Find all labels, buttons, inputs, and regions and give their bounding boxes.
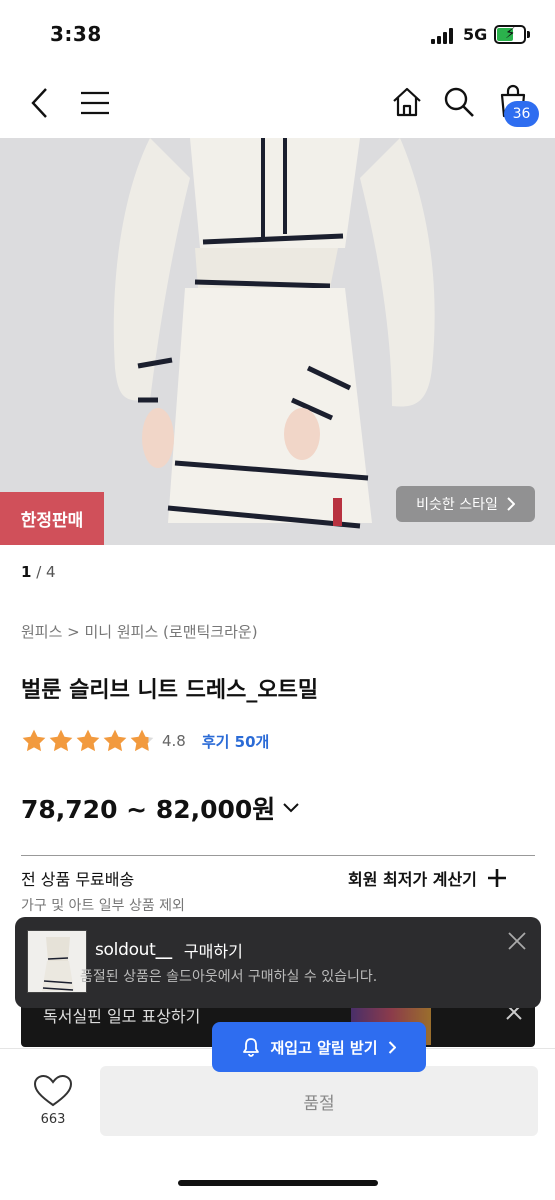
rating-row: 4.8 후기 50개 [21, 728, 269, 754]
shipping-title: 전 상품 무료배송 [21, 870, 135, 889]
breadcrumb[interactable]: 원피스 > 미니 원피스 (로맨틱크라운) [21, 621, 258, 642]
like-count: 663 [40, 1112, 66, 1127]
restock-label: 재입고 알림 받기 [270, 1038, 378, 1057]
member-price-calculator[interactable]: 회원 최저가 계산기 [348, 866, 507, 890]
pager-total: / 4 [36, 563, 56, 581]
price-range[interactable]: 78,720 ~ 82,000원 [21, 790, 300, 826]
calculator-label: 회원 최저가 계산기 [348, 870, 477, 889]
chevron-right-icon [388, 1040, 396, 1054]
image-pager: 1 / 4 [21, 563, 56, 581]
shipping-note: 가구 및 아트 일부 상품 제외 [21, 898, 185, 914]
soldout-logo: soldout__ [95, 940, 172, 960]
price-label: 78,720 ~ 82,000원 [21, 795, 276, 824]
star-half-icon [130, 729, 154, 752]
cart-count-badge: 36 [504, 101, 539, 127]
search-icon[interactable] [443, 86, 475, 118]
rating-value: 4.8 [162, 732, 186, 750]
toast-product-thumbnail [27, 930, 87, 993]
battery-icon: ⚡ [494, 24, 530, 44]
menu-icon[interactable] [80, 91, 110, 115]
heart-icon[interactable] [32, 1074, 74, 1108]
toast-action: 구매하기 [183, 942, 243, 961]
restock-alert-button[interactable]: 재입고 알림 받기 [212, 1022, 426, 1072]
toast-message: 품절된 상품은 솔드아웃에서 구매하실 수 있습니다. [80, 969, 378, 985]
similar-style-label: 비슷한 스타일 [416, 497, 498, 513]
status-bar: 3:38 5G ⚡ [0, 0, 555, 70]
signal-icon [431, 28, 455, 44]
close-icon[interactable] [505, 929, 529, 953]
divider [21, 855, 535, 856]
pager-current: 1 [21, 563, 32, 581]
product-title: 벌룬 슬리브 니트 드레스_오트밀 [21, 678, 319, 703]
limited-sale-badge: 한정판매 [0, 492, 104, 545]
status-time: 3:38 [50, 22, 102, 46]
star-icon [76, 729, 100, 752]
star-icon [49, 729, 73, 752]
star-icon [103, 729, 127, 752]
bell-icon [243, 1038, 260, 1057]
similar-style-button[interactable]: 비슷한 스타일 [396, 486, 535, 522]
product-image[interactable] [0, 138, 555, 545]
plus-icon [487, 869, 506, 887]
back-icon[interactable] [28, 86, 52, 120]
star-icon [22, 729, 46, 752]
top-nav: 36 [0, 72, 555, 134]
soldout-button[interactable]: 품절 [100, 1066, 538, 1136]
rating-stars [21, 728, 155, 754]
soldout-toast[interactable]: soldout__ 구매하기 [15, 917, 541, 1008]
home-icon[interactable] [391, 86, 423, 118]
review-count-link[interactable]: 후기 50개 [202, 731, 270, 752]
toast-heading: soldout__ 구매하기 [95, 938, 243, 962]
home-indicator [178, 1180, 378, 1186]
network-label: 5G [463, 25, 488, 44]
chevron-down-icon [283, 803, 300, 813]
chevron-right-icon [507, 497, 515, 511]
